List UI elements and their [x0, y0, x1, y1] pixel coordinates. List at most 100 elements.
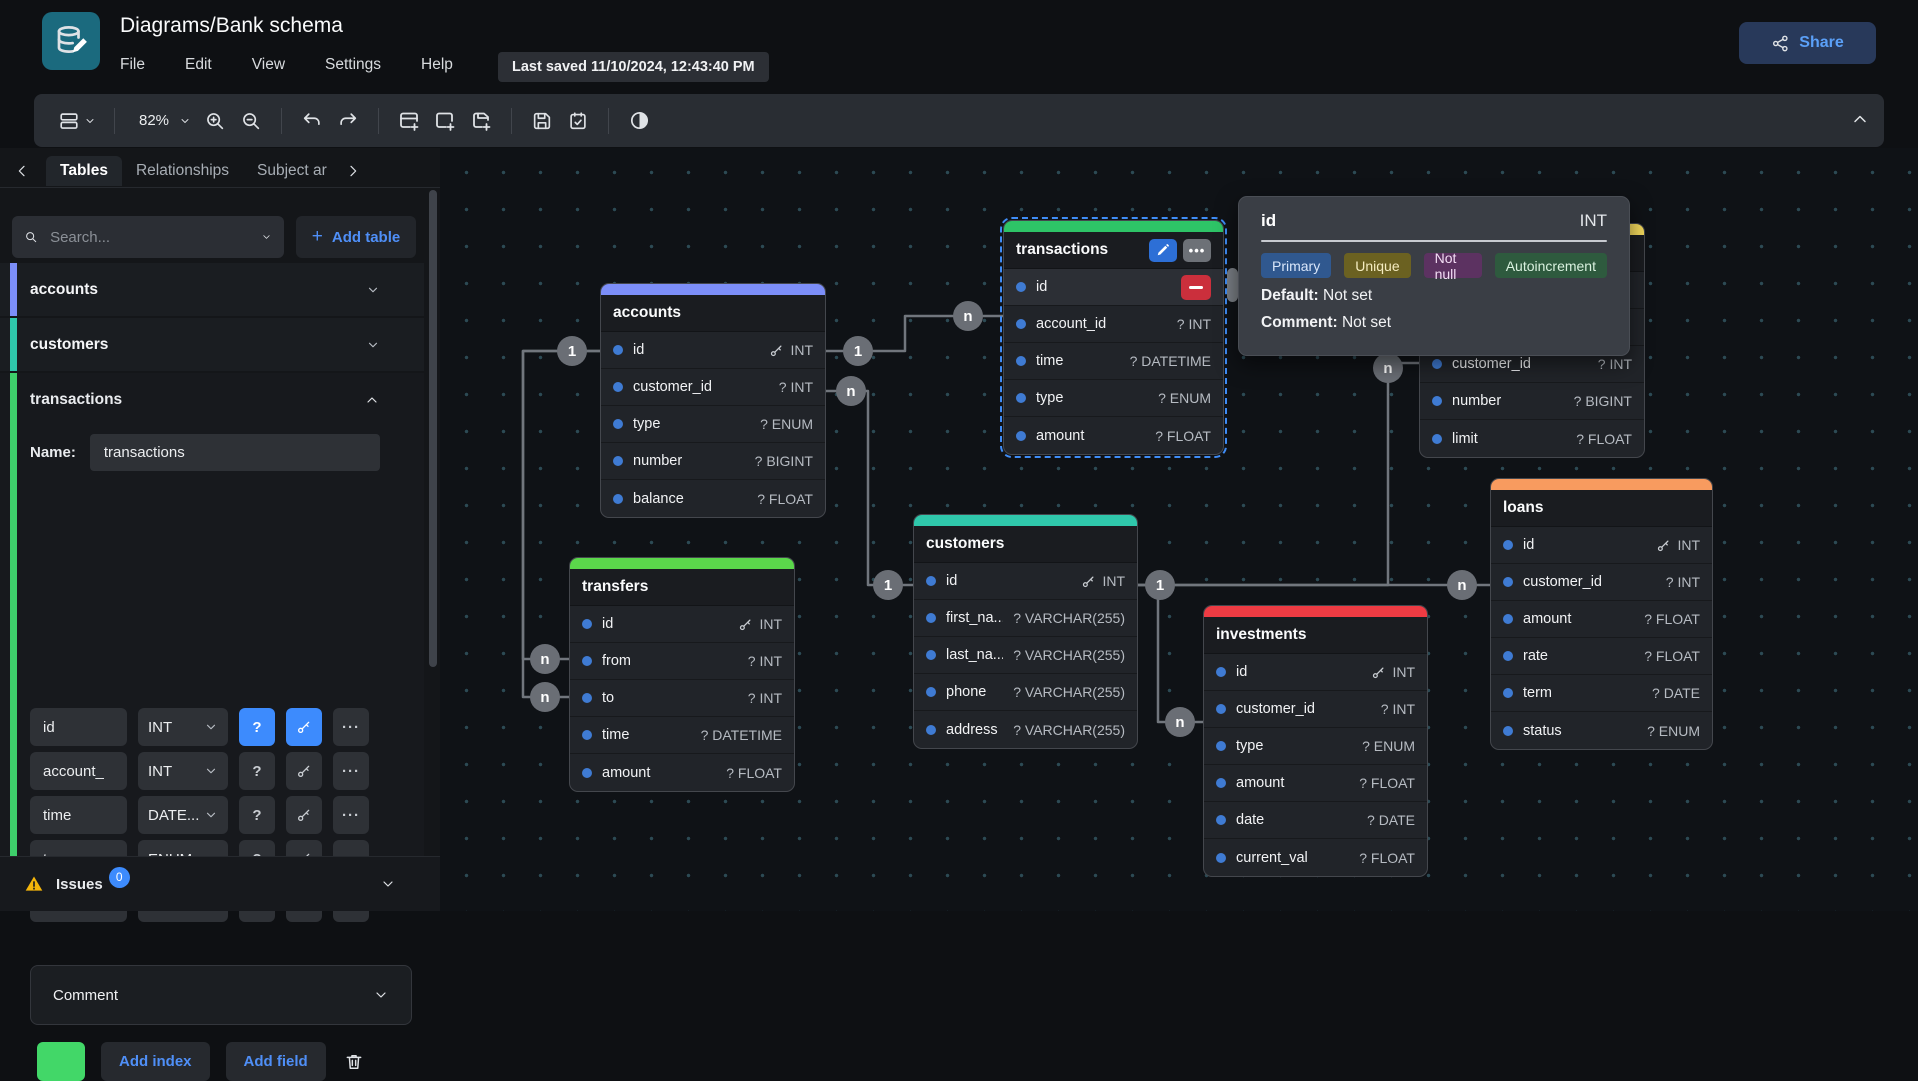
redo-button[interactable] [330, 103, 366, 139]
table-field-first_na...[interactable]: first_na...? VARCHAR(255) [914, 600, 1137, 637]
table-field-customer_id[interactable]: customer_id? INT [601, 369, 825, 406]
primary-key-toggle[interactable] [286, 796, 322, 834]
table-header[interactable]: accounts [601, 295, 825, 332]
table-field-time[interactable]: time? DATETIME [570, 717, 794, 754]
table-field-balance[interactable]: balance? FLOAT [601, 480, 825, 517]
field-more-button[interactable]: ··· [333, 752, 369, 790]
chevron-down-icon[interactable] [366, 338, 380, 352]
field-type-dropdown[interactable]: DATE... [138, 796, 228, 834]
table-field-address[interactable]: address? VARCHAR(255) [914, 711, 1137, 748]
add-area-tool-button[interactable] [427, 103, 463, 139]
field-type-dropdown[interactable]: INT [138, 752, 228, 790]
commit-button[interactable] [560, 103, 596, 139]
table-field-id[interactable]: idINT [601, 332, 825, 369]
table-field-last_na...[interactable]: last_na...? VARCHAR(255) [914, 637, 1137, 674]
diagram-canvas[interactable]: 1nn1n1n1nnn customer_id? INTnumber? BIGI… [440, 148, 1918, 911]
canvas-table-investments[interactable]: investmentsidINTcustomer_id? INTtype? EN… [1203, 605, 1428, 877]
tab-relationships[interactable]: Relationships [122, 156, 243, 186]
table-field-customer_id[interactable]: customer_id? INT [1204, 691, 1427, 728]
menu-help[interactable]: Help [421, 56, 453, 74]
table-field-id[interactable]: idINT [570, 606, 794, 643]
add-note-tool-button[interactable] [463, 103, 499, 139]
table-item-accounts[interactable]: accounts [0, 263, 424, 316]
table-field-limit[interactable]: limit? FLOAT [1420, 420, 1644, 457]
table-color-swatch[interactable] [37, 1042, 85, 1081]
canvas-table-loans[interactable]: loansidINTcustomer_id? INTamount? FLOATr… [1490, 478, 1713, 750]
table-header[interactable]: customers [914, 526, 1137, 563]
canvas-table-customers[interactable]: customersidINTfirst_na...? VARCHAR(255)l… [913, 514, 1138, 749]
field-more-button[interactable]: ··· [333, 708, 369, 746]
table-field-current_val[interactable]: current_val? FLOAT [1204, 839, 1427, 876]
menu-settings[interactable]: Settings [325, 56, 381, 74]
add-table-tool-button[interactable] [391, 103, 427, 139]
field-more-button[interactable]: ··· [333, 796, 369, 834]
table-field-type[interactable]: type? ENUM [601, 406, 825, 443]
table-field-amount[interactable]: amount? FLOAT [1004, 417, 1223, 454]
add-field-button[interactable]: Add field [226, 1042, 326, 1081]
chevron-down-icon[interactable] [366, 283, 380, 297]
table-item-transactions[interactable]: transactions [0, 373, 424, 426]
table-field-status[interactable]: status? ENUM [1491, 712, 1712, 749]
layout-toggle-button[interactable] [52, 103, 102, 139]
field-name-input[interactable]: time [30, 796, 127, 834]
share-button[interactable]: Share [1739, 22, 1876, 64]
table-field-amount[interactable]: amount? FLOAT [570, 754, 794, 791]
table-field-type[interactable]: type? ENUM [1004, 380, 1223, 417]
save-button[interactable] [524, 103, 560, 139]
nullable-toggle[interactable]: ? [239, 752, 275, 790]
field-drag-handle[interactable] [1227, 268, 1238, 302]
primary-key-toggle[interactable] [286, 752, 322, 790]
table-item-customers[interactable]: customers [0, 318, 424, 371]
table-field-to[interactable]: to? INT [570, 680, 794, 717]
table-header[interactable]: transactions••• [1004, 232, 1223, 269]
zoom-out-button[interactable] [233, 103, 269, 139]
table-field-number[interactable]: number? BIGINT [601, 443, 825, 480]
canvas-table-transfers[interactable]: transfersidINTfrom? INTto? INTtime? DATE… [569, 557, 795, 792]
add-index-button[interactable]: Add index [101, 1042, 210, 1081]
add-table-button[interactable]: + Add table [296, 216, 416, 258]
search-input[interactable] [50, 229, 249, 246]
table-field-from[interactable]: from? INT [570, 643, 794, 680]
tab-subject-ar[interactable]: Subject ar [243, 156, 341, 186]
edit-table-button[interactable] [1149, 239, 1177, 262]
canvas-table-transactions[interactable]: transactions•••idaccount_id? INTtime? DA… [1003, 220, 1224, 455]
table-header[interactable]: transfers [570, 569, 794, 606]
tabs-next-icon[interactable] [345, 163, 361, 179]
primary-key-toggle[interactable] [286, 708, 322, 746]
undo-button[interactable] [294, 103, 330, 139]
table-field-number[interactable]: number? BIGINT [1420, 383, 1644, 420]
chevron-up-icon[interactable] [364, 392, 380, 408]
table-field-amount[interactable]: amount? FLOAT [1204, 765, 1427, 802]
table-header[interactable]: loans [1491, 490, 1712, 527]
theme-contrast-button[interactable] [621, 103, 657, 139]
tabs-back-icon[interactable] [14, 163, 30, 179]
table-field-id[interactable]: id [1004, 269, 1223, 306]
issues-footer[interactable]: Issues 0 [0, 856, 440, 911]
sidebar-scrollbar[interactable] [429, 190, 437, 667]
table-header[interactable]: investments [1204, 617, 1427, 654]
remove-field-button[interactable] [1181, 275, 1211, 300]
table-field-rate[interactable]: rate? FLOAT [1491, 638, 1712, 675]
menu-file[interactable]: File [120, 56, 145, 74]
tab-tables[interactable]: Tables [46, 156, 122, 186]
table-field-id[interactable]: idINT [1491, 527, 1712, 564]
nullable-toggle[interactable]: ? [239, 708, 275, 746]
menu-view[interactable]: View [252, 56, 285, 74]
delete-table-button[interactable] [344, 1052, 364, 1072]
field-type-dropdown[interactable]: INT [138, 708, 228, 746]
search-box[interactable] [12, 216, 284, 258]
comment-section[interactable]: Comment [30, 965, 412, 1025]
table-field-type[interactable]: type? ENUM [1204, 728, 1427, 765]
field-name-input[interactable]: account_ [30, 752, 127, 790]
table-field-account_id[interactable]: account_id? INT [1004, 306, 1223, 343]
nullable-toggle[interactable]: ? [239, 796, 275, 834]
zoom-level-dropdown[interactable]: 82% [127, 103, 197, 139]
table-field-date[interactable]: date? DATE [1204, 802, 1427, 839]
table-field-customer_id[interactable]: customer_id? INT [1491, 564, 1712, 601]
menu-edit[interactable]: Edit [185, 56, 212, 74]
field-name-input[interactable]: id [30, 708, 127, 746]
table-field-id[interactable]: idINT [1204, 654, 1427, 691]
toolbar-collapse-button[interactable] [1850, 109, 1870, 129]
table-field-id[interactable]: idINT [914, 563, 1137, 600]
table-field-term[interactable]: term? DATE [1491, 675, 1712, 712]
